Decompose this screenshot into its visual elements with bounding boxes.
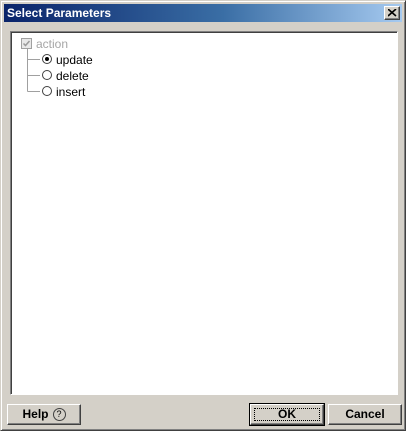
parameter-tree: action update delete insert [10,31,398,395]
close-icon [388,9,397,17]
window-title: Select Parameters [7,6,112,20]
close-button[interactable] [384,6,400,20]
insert-label: insert [56,85,86,99]
help-icon: ? [52,408,66,421]
help-button[interactable]: Help? [7,404,81,425]
update-label: update [56,53,93,67]
button-bar: Help? OK Cancel [4,401,402,428]
ok-button[interactable]: OK [249,403,325,426]
delete-label: delete [56,69,89,83]
insert-radio[interactable] [42,86,52,96]
radio-selected-dot [45,57,49,61]
update-radio[interactable] [42,54,52,64]
focus-rectangle [254,408,320,421]
checkmark-icon [22,40,31,47]
cancel-button[interactable]: Cancel [328,404,402,425]
delete-radio[interactable] [42,70,52,80]
help-button-label: Help [22,407,49,421]
title-bar[interactable]: Select Parameters [4,4,402,22]
action-label: action [36,37,69,51]
cancel-button-label: Cancel [345,407,385,421]
select-parameters-dialog: Select Parameters action update delete i… [0,0,406,431]
action-checkbox[interactable] [21,38,32,49]
